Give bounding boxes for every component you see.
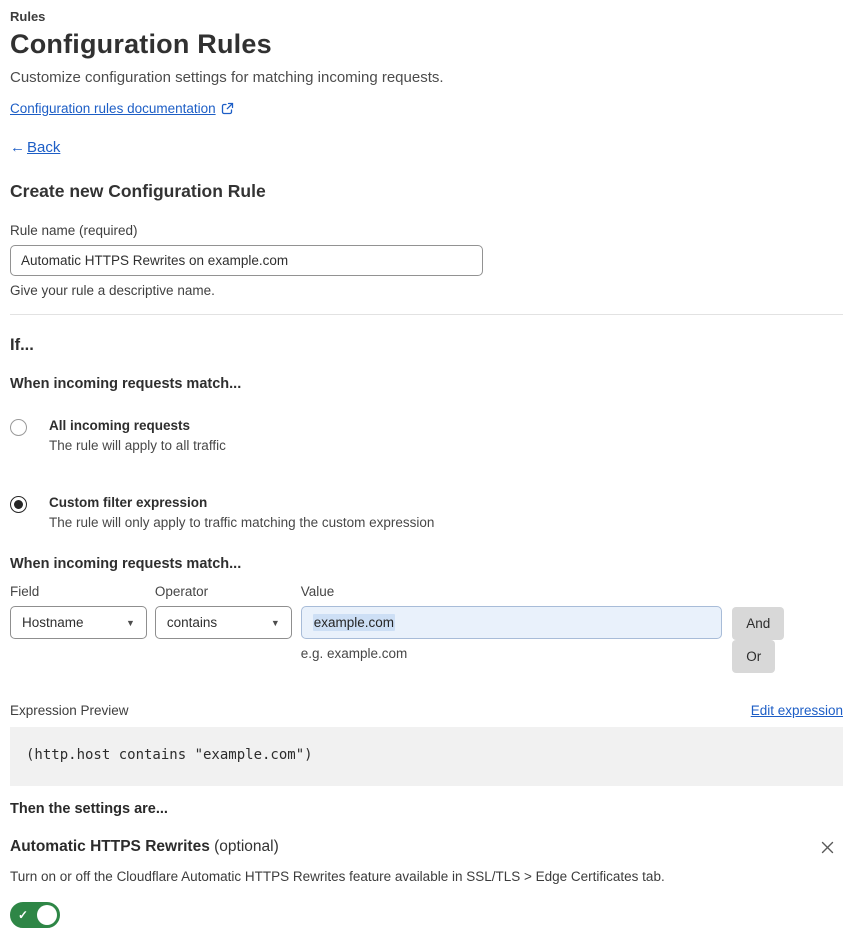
- close-icon[interactable]: [818, 838, 837, 857]
- back-arrow-icon: ←: [10, 139, 25, 156]
- radio-selected-icon[interactable]: [10, 496, 27, 513]
- page-title: Configuration Rules: [10, 29, 272, 59]
- operator-label: Operator: [154, 584, 209, 599]
- edit-expression-link[interactable]: Edit expression: [751, 703, 843, 718]
- match-type-title: When incoming requests match...: [10, 376, 242, 392]
- section-divider: [10, 314, 843, 315]
- toggle-knob: [37, 905, 57, 925]
- checkmark-icon: ✓: [18, 908, 29, 922]
- expression-builder-row: Field Hostname ▼ Operator contains ▼ Val…: [10, 584, 843, 673]
- expression-preview-label: Expression Preview: [10, 703, 129, 718]
- rule-name-input[interactable]: [10, 245, 483, 276]
- rule-name-help: Give your rule a descriptive name.: [10, 283, 215, 298]
- radio-unselected-icon[interactable]: [10, 419, 27, 436]
- configuration-rules-page: Rules Configuration Rules Customize conf…: [10, 9, 843, 928]
- setting-name-bold: Automatic HTTPS Rewrites: [10, 838, 210, 855]
- or-button[interactable]: Or: [732, 640, 776, 673]
- value-hint: e.g. example.com: [300, 646, 408, 661]
- external-link-icon: [221, 102, 234, 115]
- operator-select-value: contains: [166, 615, 218, 630]
- value-input[interactable]: example.com: [300, 606, 723, 639]
- expression-preview-code: (http.host contains "example.com"): [10, 727, 843, 786]
- page-subtitle: Customize configuration settings for mat…: [10, 69, 444, 86]
- setting-optional-label: (optional): [209, 838, 279, 855]
- radio-description: The rule will apply to all traffic: [49, 438, 226, 453]
- breadcrumb: Rules: [10, 9, 46, 24]
- field-select-value: Hostname: [22, 615, 84, 630]
- operator-select[interactable]: contains ▼: [154, 606, 292, 639]
- rule-name-label: Rule name (required): [10, 223, 138, 238]
- radio-label: All incoming requests: [49, 418, 191, 433]
- if-section-title: If...: [10, 336, 34, 354]
- radio-label: Custom filter expression: [49, 495, 208, 510]
- field-select[interactable]: Hostname ▼: [10, 606, 147, 639]
- back-link[interactable]: Back: [27, 139, 60, 156]
- then-settings-title: Then the settings are...: [10, 801, 168, 817]
- setting-description: Turn on or off the Cloudflare Automatic …: [10, 869, 665, 884]
- documentation-link[interactable]: Configuration rules documentation: [10, 101, 216, 116]
- radio-option-custom-filter[interactable]: Custom filter expression The rule will o…: [10, 495, 843, 530]
- radio-option-all-requests[interactable]: All incoming requests The rule will appl…: [10, 418, 843, 453]
- setting-name: Automatic HTTPS Rewrites (optional): [10, 838, 279, 856]
- expression-builder-title: When incoming requests match...: [10, 556, 242, 572]
- create-rule-title: Create new Configuration Rule: [10, 181, 266, 201]
- chevron-down-icon: ▼: [125, 617, 135, 628]
- value-input-text: example.com: [312, 614, 396, 631]
- chevron-down-icon: ▼: [270, 617, 280, 628]
- value-label: Value: [300, 584, 335, 599]
- radio-description: The rule will only apply to traffic matc…: [49, 515, 435, 530]
- and-button[interactable]: And: [732, 607, 785, 640]
- field-label: Field: [10, 584, 40, 599]
